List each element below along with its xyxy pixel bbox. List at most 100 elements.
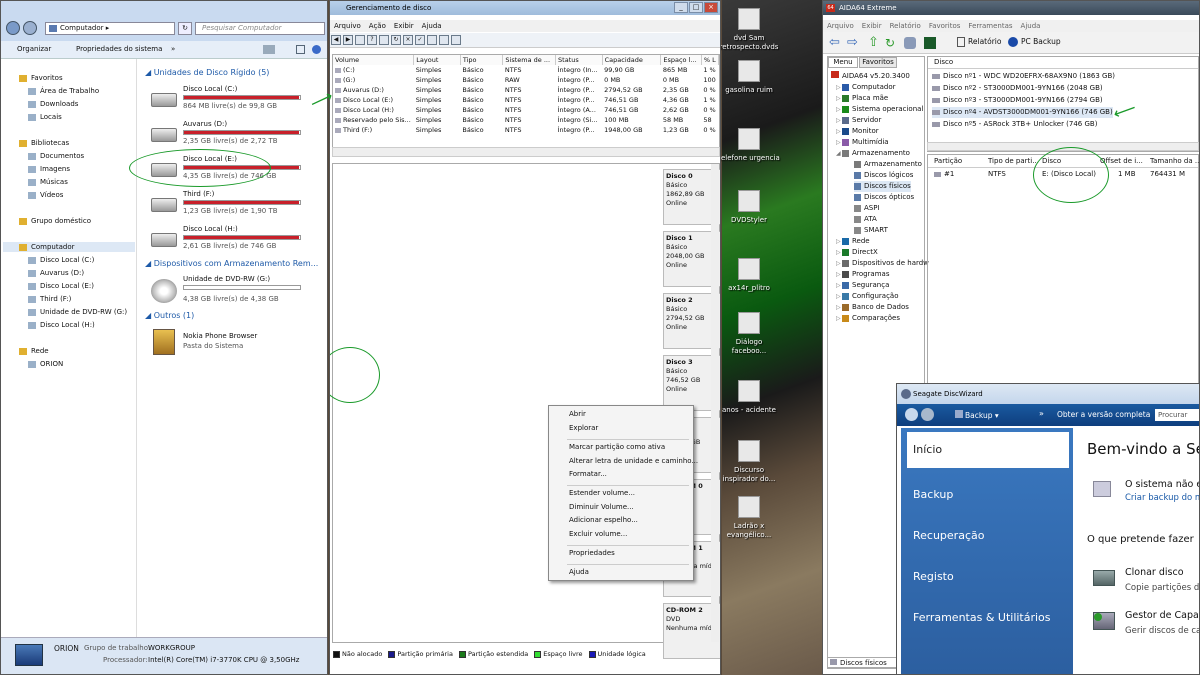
dvd-drive-icon[interactable] xyxy=(151,279,177,303)
context-menu-item[interactable]: Estender volume... xyxy=(569,489,635,498)
volume-row[interactable]: (C:) Simples Básico NTFS Íntegro (In... 99,90… xyxy=(333,65,719,75)
menu-item[interactable]: Ajuda xyxy=(1017,22,1045,30)
nav-item[interactable]: Imagens xyxy=(28,164,70,174)
menu-item[interactable]: Favoritos xyxy=(925,22,965,30)
desktop-shortcut-label[interactable]: anos - acidente xyxy=(714,406,784,415)
column-header[interactable]: Partição xyxy=(934,156,962,167)
search-input[interactable]: Pesquisar Computador xyxy=(195,22,325,35)
nav-item[interactable]: Third (F:) xyxy=(28,294,71,304)
hard-drive-icon[interactable] xyxy=(151,93,177,107)
group-header-others[interactable]: ◢ Outros (1) xyxy=(145,311,194,320)
context-menu-item[interactable]: Formatar... xyxy=(569,470,607,479)
other-item-name[interactable]: Nokia Phone Browser xyxy=(183,331,257,341)
back-button[interactable] xyxy=(6,21,20,35)
desktop-shortcut-label[interactable]: gasolina ruim xyxy=(714,86,784,95)
tree-item[interactable]: ▷ Comparações xyxy=(836,313,900,324)
menu-item[interactable]: Ação xyxy=(365,22,390,30)
search-icon[interactable] xyxy=(439,35,449,45)
column-header[interactable]: Status xyxy=(555,55,603,65)
view-options-icon[interactable] xyxy=(263,45,275,54)
tree-item[interactable]: ▷ Multimídia xyxy=(836,137,889,148)
tree-item[interactable]: ▷ Sistema operacional xyxy=(836,104,923,115)
desktop-shortcut-label[interactable]: Ladrão x evangélico... xyxy=(714,522,784,540)
desktop-shortcut-icon[interactable] xyxy=(738,128,760,150)
menu-item[interactable]: Arquivo xyxy=(330,22,365,30)
disk-row[interactable]: Disco nº2 - ST3000DM001-9YN166 (2048 GB) xyxy=(932,83,1103,94)
preview-pane-icon[interactable] xyxy=(296,45,305,54)
volume-list-scrollbar[interactable] xyxy=(332,147,720,157)
nav-backup[interactable]: Backup xyxy=(907,477,1069,513)
forward-button[interactable] xyxy=(23,21,37,35)
nav-item[interactable]: Computador xyxy=(3,242,135,252)
tree-item[interactable]: ▷ Programas xyxy=(836,269,889,280)
backup-menu[interactable]: Backup ▾ xyxy=(955,410,999,420)
delete-icon[interactable]: × xyxy=(403,35,413,45)
disk-row[interactable]: Disco nº5 - ASRock 3TB+ Unlocker (746 GB… xyxy=(932,119,1097,130)
console-tree-icon[interactable] xyxy=(355,35,365,45)
tree-item[interactable]: ◢ Armazenamento xyxy=(836,148,910,159)
desktop-shortcut-label[interactable]: ax14r_plitro xyxy=(714,284,784,293)
nav-register[interactable]: Registo xyxy=(907,559,1069,595)
settings-icon[interactable] xyxy=(451,35,461,45)
check-icon[interactable]: ✓ xyxy=(415,35,425,45)
organize-button[interactable]: Organizar xyxy=(17,45,51,53)
hard-drive-icon[interactable] xyxy=(151,198,177,212)
desktop-shortcut-icon[interactable] xyxy=(738,312,760,334)
nav-item[interactable]: Disco Local (H:) xyxy=(28,320,95,330)
nav-item[interactable]: Documentos xyxy=(28,151,84,161)
disk-row[interactable]: Disco nº4 - AVDST3000DM001-9YN166 (746 G… xyxy=(932,107,1113,118)
menu-item[interactable]: Relatório xyxy=(886,22,925,30)
hard-drive-icon[interactable] xyxy=(151,233,177,247)
desktop-shortcut-icon[interactable] xyxy=(738,440,760,462)
tree-item[interactable]: ▷ Computador xyxy=(836,82,896,93)
volume-row[interactable]: Auvarus (D:) Simples Básico NTFS Íntegro (P.… xyxy=(333,85,719,95)
system-properties-button[interactable]: Propriedades do sistema xyxy=(76,45,162,53)
menu-item[interactable]: Arquivo xyxy=(823,22,858,30)
context-menu-item[interactable]: Alterar letra de unidade e caminho... xyxy=(569,457,698,466)
partition-cell[interactable]: 1 MB xyxy=(1118,169,1136,180)
up-icon[interactable]: ⇧ xyxy=(868,36,879,50)
nav-item[interactable]: Locais xyxy=(28,112,62,122)
nav-item[interactable]: Grupo doméstico xyxy=(19,216,91,226)
get-full-version-link[interactable]: Obter a versão completa xyxy=(1057,410,1150,419)
create-backup-link[interactable]: Criar backup do m xyxy=(1125,493,1199,503)
nav-item[interactable]: Disco Local (E:) xyxy=(28,281,94,291)
column-header[interactable]: % L xyxy=(701,55,719,65)
column-header[interactable]: Volume xyxy=(333,55,415,65)
nav-item[interactable]: Área de Trabalho xyxy=(28,86,99,96)
context-menu-item[interactable]: Diminuir Volume... xyxy=(569,503,634,512)
tree-item[interactable]: Armazenamento xyxy=(854,159,922,170)
more-commands-button[interactable]: » xyxy=(171,45,175,53)
desktop-shortcut-icon[interactable] xyxy=(738,8,760,30)
help-icon[interactable] xyxy=(312,45,321,54)
nav-recovery[interactable]: Recuperação xyxy=(907,518,1069,554)
tree-item[interactable]: ▷ Segurança xyxy=(836,280,889,291)
partition-cell[interactable]: 764431 M xyxy=(1150,169,1185,180)
nav-tools[interactable]: Ferramentas & Utilitários xyxy=(907,600,1069,636)
close-button[interactable]: × xyxy=(704,2,718,13)
address-bar[interactable]: Computador ▸ xyxy=(45,22,175,35)
context-menu-item[interactable]: Propriedades xyxy=(569,549,615,558)
tree-item[interactable]: ▷ Placa mãe xyxy=(836,93,888,104)
refresh-icon[interactable]: ↻ xyxy=(391,35,401,45)
tree-item[interactable]: ▷ Dispositivos de hardw xyxy=(836,258,929,269)
nav-item[interactable]: Vídeos xyxy=(28,190,63,200)
desktop-shortcut-icon[interactable] xyxy=(738,380,760,402)
context-menu-item[interactable]: Excluir volume... xyxy=(569,530,627,539)
partition-cell[interactable]: #1 xyxy=(934,169,954,180)
desktop-shortcut-label[interactable]: Diálogo faceboo... xyxy=(714,338,784,356)
clone-disk-link[interactable]: Clonar disco xyxy=(1125,567,1184,578)
desktop-shortcut-label[interactable]: telefone urgencia xyxy=(714,154,784,163)
maximize-button[interactable]: □ xyxy=(689,2,703,13)
menu-item[interactable]: Ferramentas xyxy=(964,22,1016,30)
disk-view-scrollbar[interactable] xyxy=(711,164,719,642)
tree-root[interactable]: AIDA64 v5.20.3400 xyxy=(831,71,910,82)
tab-menu[interactable]: Menu xyxy=(828,57,858,68)
column-header[interactable]: Sistema de ... xyxy=(502,55,557,65)
tree-item[interactable]: ▷ Rede xyxy=(836,236,870,247)
desktop-shortcut-label[interactable]: DVDStyler xyxy=(714,216,784,225)
volume-row[interactable]: Reservado pelo Sis... Simples Básico NTFS Ín… xyxy=(333,115,719,125)
chart-icon[interactable] xyxy=(924,37,936,49)
nav-home[interactable]: Início xyxy=(907,432,1069,468)
context-menu-item[interactable]: Marcar partição como ativa xyxy=(569,443,665,452)
